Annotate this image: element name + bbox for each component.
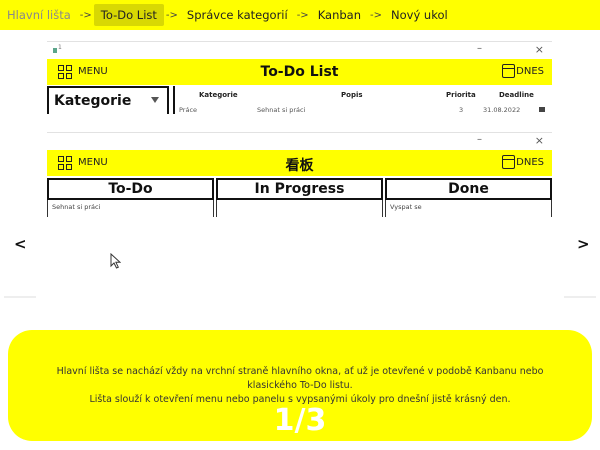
column-body: Sehnat si práci	[47, 200, 214, 217]
app-title: To-Do List	[260, 64, 339, 80]
crumb-separator: ->	[370, 9, 382, 21]
column-header-description[interactable]: Popis	[341, 91, 363, 99]
crumb-category-manager[interactable]: Správce kategorií	[180, 4, 295, 26]
minimize-icon[interactable]: –	[477, 43, 482, 54]
crumb-separator: ->	[296, 9, 309, 21]
crumb-main-bar[interactable]: Hlavní lišta	[0, 4, 78, 26]
divider	[4, 296, 36, 298]
column-header-category[interactable]: Kategorie	[199, 91, 238, 99]
todo-body: Kategorie Kategorie Popis Priorita Deadl…	[47, 86, 552, 114]
task-card[interactable]: Sehnat si práci	[48, 200, 213, 214]
row-action-icon[interactable]	[539, 107, 545, 112]
cell-category[interactable]: Práce	[179, 106, 197, 114]
app-number: 1	[58, 44, 62, 51]
info-panel: Hlavní lišta se nachází vždy na vrchní s…	[8, 330, 592, 441]
previous-slide-button[interactable]: <	[14, 235, 27, 253]
breadcrumb: Hlavní lišta -> To-Do List -> Správce ka…	[0, 0, 600, 30]
cell-deadline[interactable]: 31.08.2022	[483, 106, 520, 114]
column-title: In Progress	[216, 178, 383, 200]
calendar-icon[interactable]	[502, 64, 515, 78]
window-titlebar: – ×	[47, 133, 552, 150]
today-button[interactable]: DNES	[516, 66, 544, 77]
filter-icon[interactable]	[151, 97, 159, 103]
app-icon	[53, 48, 57, 53]
kanban-column-todo: To-Do Sehnat si práci	[47, 178, 214, 217]
info-description: Hlavní lišta se nachází vždy na vrchní s…	[38, 365, 562, 407]
crumb-new-task[interactable]: Nový ukol	[384, 4, 455, 26]
kanban-window-preview: – × MENU 看板 DNES To-Do Sehnat si práci I…	[47, 132, 552, 217]
crumb-separator: ->	[79, 9, 92, 21]
column-header-deadline[interactable]: Deadline	[499, 91, 534, 99]
column-header-priority[interactable]: Priorita	[446, 91, 476, 99]
cell-description[interactable]: Sehnat si práci	[257, 106, 305, 114]
column-title: To-Do	[47, 178, 214, 200]
task-card[interactable]	[217, 200, 382, 206]
categories-panel: Kategorie	[47, 86, 169, 114]
minimize-icon[interactable]: –	[477, 134, 482, 145]
window-titlebar: 1 – ×	[47, 42, 552, 59]
cell-priority[interactable]: 3	[459, 106, 463, 114]
task-card[interactable]: Vyspat se	[386, 200, 551, 214]
kanban-board: To-Do Sehnat si práci In Progress Done V…	[47, 178, 552, 217]
crumb-separator: ->	[165, 9, 178, 21]
info-line: Hlavní lišta se nachází vždy na vrchní s…	[56, 366, 544, 391]
today-button[interactable]: DNES	[516, 157, 544, 168]
crumb-kanban[interactable]: Kanban	[311, 4, 368, 26]
categories-heading: Kategorie	[54, 93, 132, 109]
slide-counter: 1/3	[273, 403, 327, 438]
column-title: Done	[385, 178, 552, 200]
main-bar: MENU To-Do List DNES	[47, 59, 552, 85]
column-body: Vyspat se	[385, 200, 552, 217]
crumb-todo-list[interactable]: To-Do List	[93, 4, 164, 26]
app-title: 看板	[285, 158, 314, 174]
next-slide-button[interactable]: >	[577, 235, 590, 253]
kanban-column-in-progress: In Progress	[216, 178, 383, 217]
calendar-icon[interactable]	[502, 155, 515, 169]
main-bar: MENU 看板 DNES	[47, 150, 552, 176]
kanban-column-done: Done Vyspat se	[385, 178, 552, 217]
mouse-cursor-icon	[110, 253, 121, 269]
todo-window-preview: 1 – × MENU To-Do List DNES Kategorie Kat…	[47, 41, 552, 114]
task-table: Kategorie Popis Priorita Deadline Práce …	[173, 86, 552, 114]
close-icon[interactable]: ×	[535, 134, 544, 147]
column-body	[216, 200, 383, 217]
close-icon[interactable]: ×	[535, 43, 544, 56]
divider	[564, 296, 596, 298]
